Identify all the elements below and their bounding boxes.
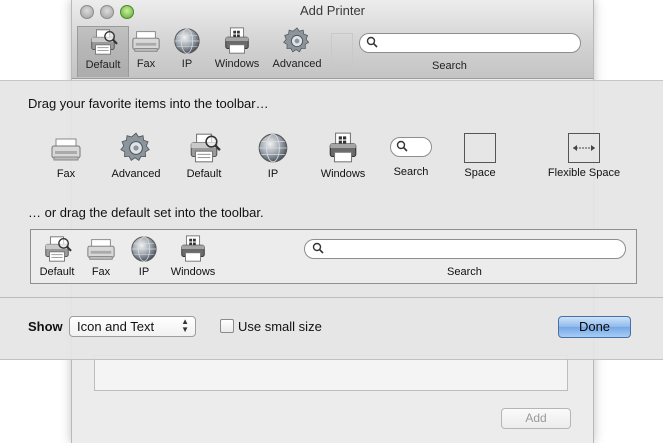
add-button[interactable]: Add [501, 408, 571, 429]
palette-default[interactable]: Default [180, 131, 228, 180]
windows-printer-icon [326, 131, 360, 165]
fax-icon [131, 26, 161, 56]
fax-icon [50, 133, 82, 165]
popup-arrows-icon: ▲ ▼ [181, 317, 189, 334]
default-set-default: Default [33, 234, 81, 278]
default-set-search-field [304, 239, 626, 259]
palette-advanced-label: Advanced [111, 168, 161, 180]
default-set-windows: Windows [169, 234, 217, 278]
customize-toolbar-sheet: Drag your favorite items into the toolba… [0, 80, 663, 360]
palette-ip[interactable]: IP [255, 131, 291, 180]
window-titlebar: Add Printer Default Fax IP Windows Advan… [72, 0, 593, 79]
double-arrow-icon [573, 145, 595, 151]
palette-search[interactable]: Search [387, 137, 435, 178]
palette-flexible-space-label: Flexible Space [547, 167, 621, 179]
search-icon [396, 140, 408, 152]
toolbar-advanced-label: Advanced [272, 58, 322, 70]
palette-space-label: Space [464, 167, 496, 179]
show-popup-button[interactable]: Icon and Text ▲ ▼ [69, 316, 196, 337]
globe-icon [256, 131, 290, 165]
default-printer-icon [187, 131, 221, 165]
palette-heading: Drag your favorite items into the toolba… [28, 96, 269, 111]
toolbar-windows[interactable]: Windows [212, 26, 262, 70]
fax-icon [86, 234, 116, 264]
palette-windows[interactable]: Windows [315, 131, 371, 180]
palette-flexible-space[interactable]: Flexible Space [544, 133, 624, 179]
toolbar-space [331, 33, 353, 65]
palette-ip-label: IP [267, 168, 279, 180]
palette-advanced[interactable]: Advanced [104, 131, 168, 180]
windows-printer-icon [178, 234, 208, 264]
search-field-icon [390, 137, 432, 157]
use-small-size-checkbox[interactable] [220, 319, 234, 333]
done-button[interactable]: Done [558, 316, 631, 338]
default-printer-icon [42, 234, 72, 264]
default-set-ip: IP [120, 234, 168, 278]
show-label: Show [28, 319, 63, 334]
gear-icon [119, 131, 153, 165]
space-icon [464, 133, 496, 163]
globe-icon [129, 234, 159, 264]
toolbar-search-field[interactable] [359, 33, 581, 53]
sheet-divider [0, 297, 663, 298]
default-set-windows-label: Windows [170, 266, 216, 278]
palette-default-label: Default [186, 168, 222, 180]
default-set-fax: Fax [77, 234, 125, 278]
gear-icon [282, 26, 312, 56]
toolbar-search-label: Search [432, 60, 467, 72]
globe-icon [172, 26, 202, 56]
palette-space[interactable]: Space [458, 133, 502, 179]
print-using-area [94, 355, 568, 391]
default-set-search-label: Search [447, 266, 482, 278]
palette-fax[interactable]: Fax [46, 133, 86, 180]
default-set-ip-label: IP [138, 266, 150, 278]
search-icon [366, 36, 378, 48]
default-printer-icon [88, 27, 118, 57]
toolbar-ip-label: IP [181, 58, 193, 70]
toolbar-windows-label: Windows [214, 58, 260, 70]
use-small-size-label[interactable]: Use small size [238, 319, 322, 334]
palette-fax-label: Fax [56, 168, 76, 180]
default-set-heading: … or drag the default set into the toolb… [28, 205, 264, 220]
window-title: Add Printer [299, 3, 366, 18]
palette-windows-label: Windows [320, 168, 366, 180]
windows-printer-icon [222, 26, 252, 56]
default-set-default-label: Default [39, 266, 75, 278]
toolbar-advanced[interactable]: Advanced [272, 26, 322, 70]
toolbar-ip[interactable]: IP [162, 26, 212, 70]
default-set-strip[interactable]: Default Fax IP Windows Search [30, 229, 637, 284]
show-popup-value: Icon and Text [77, 319, 155, 334]
flexible-space-icon [568, 133, 600, 163]
search-icon [312, 242, 324, 254]
default-set-fax-label: Fax [91, 266, 111, 278]
palette-search-label: Search [393, 166, 429, 178]
